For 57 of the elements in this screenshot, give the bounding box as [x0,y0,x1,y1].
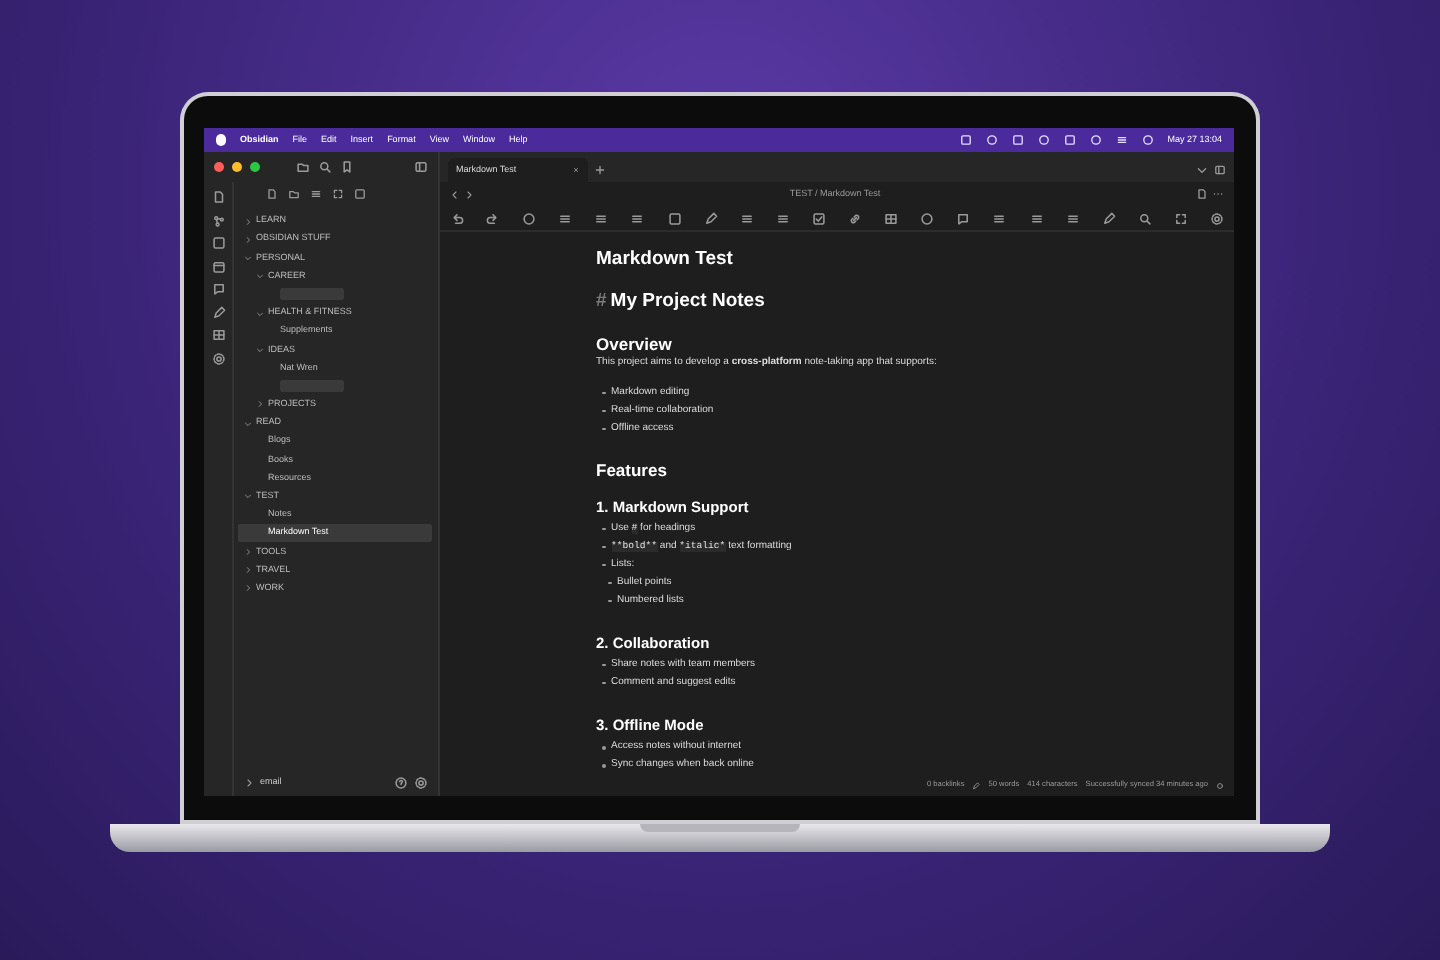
undo-icon[interactable] [450,211,464,225]
expand-icon[interactable] [332,188,344,200]
square-icon[interactable] [211,236,225,250]
speech-bubble-icon[interactable] [956,211,971,225]
lines-icon[interactable] [558,211,573,225]
note-title: Markdown Test [596,246,735,274]
graph-icon[interactable] [211,213,225,227]
circle-icon[interactable] [920,211,935,225]
help-icon[interactable] [394,775,408,789]
more-icon[interactable] [1212,188,1225,200]
lines-icon[interactable] [1029,211,1043,225]
calendar-icon[interactable] [211,259,225,273]
document-icon[interactable] [266,188,278,200]
settings-icon[interactable] [414,775,428,789]
lines-icon[interactable] [739,211,754,225]
folder-icon[interactable] [288,188,300,200]
square-icon[interactable] [354,188,366,200]
settings-icon[interactable] [1209,211,1224,225]
pen-icon[interactable] [972,782,981,790]
heading-one: My Project Notes [610,288,765,317]
pen-icon[interactable] [1101,211,1116,225]
close-button[interactable] [214,162,224,172]
search-icon[interactable] [318,160,332,174]
lines-icon[interactable] [992,211,1007,225]
sync-icon[interactable] [1216,782,1224,790]
status-menu-icon[interactable] [1115,134,1128,146]
pen-icon[interactable] [703,211,718,225]
heading-marker: # [596,288,607,317]
search-icon[interactable] [1137,211,1152,225]
sidebar-toggle-icon[interactable] [414,160,428,174]
document-icon[interactable] [211,190,225,204]
circle-icon[interactable] [522,211,537,225]
settings-icon[interactable] [211,351,225,365]
lines-icon[interactable] [1065,211,1080,225]
speech-bubble-icon[interactable] [211,282,225,296]
link-icon[interactable] [848,211,863,225]
sidebar-toggle-icon[interactable] [1214,164,1226,176]
lines-icon[interactable] [594,211,609,225]
status-menu-icon[interactable] [1141,134,1154,146]
zoom-button[interactable] [250,162,260,172]
lines-icon[interactable] [775,211,790,225]
section-heading: Overview [596,331,674,357]
square-icon[interactable] [667,211,682,225]
expand-icon[interactable] [1173,211,1188,225]
pen-icon[interactable] [211,305,225,319]
bookmark-icon[interactable] [340,160,354,174]
checkbox-icon[interactable] [811,211,826,225]
lines-icon[interactable] [630,211,645,225]
document-icon[interactable] [1196,188,1209,200]
table-icon[interactable] [884,211,899,225]
minimize-button[interactable] [232,162,242,172]
section-heading: Features [596,457,669,483]
lines-icon[interactable] [310,188,322,200]
table-icon[interactable] [211,328,225,342]
redo-icon[interactable] [486,211,501,225]
close-icon[interactable] [572,166,580,174]
plus-icon[interactable] [594,164,606,176]
